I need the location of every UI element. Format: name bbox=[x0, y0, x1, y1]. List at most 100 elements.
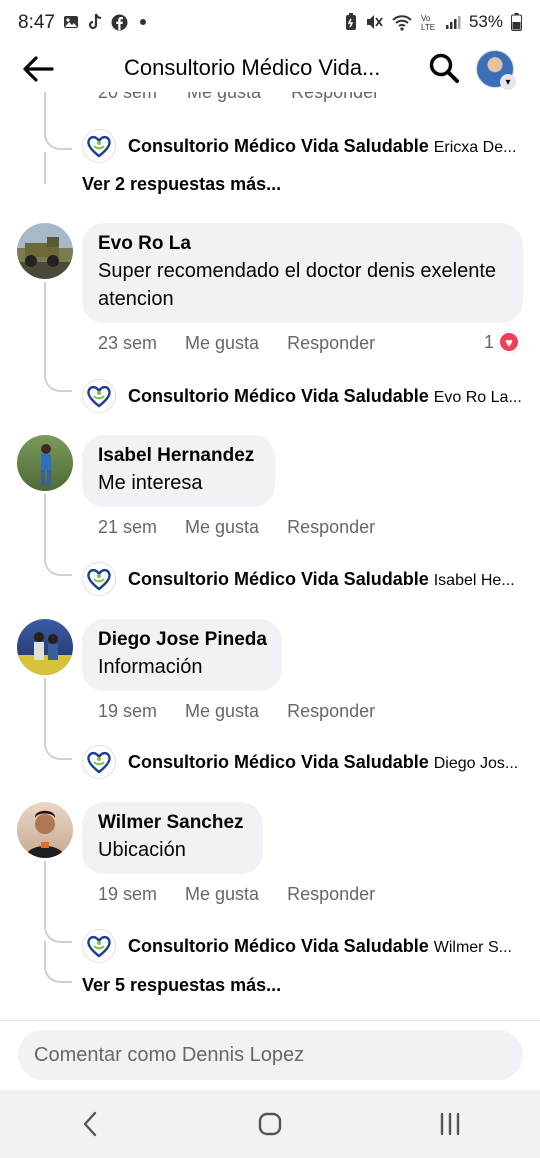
app-bar: Consultorio Médico Vida... ▾ bbox=[0, 46, 540, 92]
thread-connector bbox=[44, 921, 72, 943]
reaction-count: 1 bbox=[484, 331, 495, 352]
system-nav-bar bbox=[0, 1090, 540, 1158]
reply-author: Consultorio Médico Vida Saludable bbox=[128, 135, 429, 156]
partial-comment-meta: 20 sem Me gusta Responder bbox=[98, 92, 379, 103]
page-reply-row[interactable]: Consultorio Médico Vida Saludable Evo Ro… bbox=[82, 379, 522, 413]
page-reply-row[interactable]: Consultorio Médico Vida Saludable Diego … bbox=[82, 745, 522, 779]
clinic-logo-icon bbox=[82, 379, 116, 413]
avatar[interactable] bbox=[17, 619, 73, 675]
comment-text: Me interesa bbox=[98, 472, 203, 494]
mute-icon bbox=[366, 15, 383, 29]
comment-text: Ubicación bbox=[98, 839, 186, 861]
reply-preview: Consultorio Médico Vida Saludable Ericxa… bbox=[128, 136, 516, 157]
thread-connector bbox=[44, 738, 72, 760]
thread-connector bbox=[44, 370, 72, 392]
comment-actions: 19 sem Me gusta Responder bbox=[98, 884, 375, 905]
comment-author[interactable]: Evo Ro La bbox=[98, 231, 507, 257]
thread-line bbox=[44, 494, 46, 554]
battery-percent: 53% bbox=[468, 12, 503, 31]
comment-author[interactable]: Wilmer Sanchez bbox=[98, 810, 247, 836]
reply-link[interactable]: Responder bbox=[291, 92, 379, 103]
like-link[interactable]: Me gusta bbox=[187, 92, 261, 103]
reply-link[interactable]: Responder bbox=[287, 701, 375, 722]
comment-time: 21 sem bbox=[98, 517, 158, 537]
avatar[interactable] bbox=[17, 223, 73, 279]
page-title: Consultorio Médico Vida... bbox=[124, 55, 381, 80]
comment-author[interactable]: Isabel Hernandez bbox=[98, 443, 259, 469]
avatar[interactable] bbox=[17, 435, 73, 491]
arrow-left-icon bbox=[23, 56, 54, 82]
comment-bubble[interactable]: Evo Ro La Super recomendado el doctor de… bbox=[82, 223, 523, 323]
clinic-logo-icon bbox=[82, 929, 116, 963]
comment-time: 19 sem bbox=[98, 701, 158, 721]
truck-photo-icon bbox=[25, 237, 59, 267]
search-button[interactable] bbox=[428, 52, 460, 84]
comment-text: Información bbox=[98, 656, 203, 678]
comment-input[interactable] bbox=[18, 1030, 523, 1080]
like-link[interactable]: Me gusta bbox=[185, 884, 259, 905]
reply-snippet: Isabel He... bbox=[433, 571, 515, 589]
battery-icon bbox=[511, 13, 522, 31]
nav-home-button[interactable] bbox=[240, 1099, 300, 1149]
thread-connector bbox=[44, 961, 72, 983]
like-link[interactable]: Me gusta bbox=[185, 517, 259, 538]
like-link[interactable]: Me gusta bbox=[185, 701, 259, 722]
thread-line bbox=[44, 152, 46, 184]
reply-snippet: Wilmer S... bbox=[433, 938, 512, 956]
thread-line bbox=[44, 92, 46, 130]
reply-preview: Consultorio Médico Vida Saludable Diego … bbox=[128, 752, 518, 773]
nav-back-button[interactable] bbox=[60, 1099, 120, 1149]
chevron-down-icon: ▾ bbox=[500, 74, 516, 90]
person-photo-icon bbox=[25, 810, 65, 858]
comment-bubble[interactable]: Diego Jose Pineda Información bbox=[82, 619, 282, 691]
comment-time: 23 sem bbox=[98, 333, 158, 353]
reply-snippet: Evo Ro La... bbox=[433, 388, 522, 406]
reply-author: Consultorio Médico Vida Saludable bbox=[128, 385, 429, 406]
thread-line bbox=[44, 861, 46, 921]
like-link[interactable]: Me gusta bbox=[185, 333, 259, 354]
gallery-icon bbox=[62, 13, 80, 31]
view-more-replies-link[interactable]: Ver 2 respuestas más... bbox=[82, 174, 281, 195]
back-button[interactable] bbox=[20, 52, 56, 86]
nav-recents-button[interactable] bbox=[420, 1099, 480, 1149]
status-bar: 8:47 Vo LTE 53% bbox=[0, 0, 540, 46]
comment-bubble[interactable]: Wilmer Sanchez Ubicación bbox=[82, 802, 263, 874]
thread-connector bbox=[44, 554, 72, 576]
avatar[interactable] bbox=[17, 802, 73, 858]
reply-snippet: Ericxa De... bbox=[433, 138, 517, 156]
reply-preview: Consultorio Médico Vida Saludable Evo Ro… bbox=[128, 386, 522, 407]
volte-icon: VoLTE bbox=[421, 14, 435, 31]
tiktok-icon bbox=[86, 13, 104, 31]
reply-author: Consultorio Médico Vida Saludable bbox=[128, 751, 429, 772]
status-time: 8:47 bbox=[18, 12, 55, 33]
comment-time: 19 sem bbox=[98, 884, 158, 904]
profile-avatar-button[interactable]: ▾ bbox=[476, 50, 516, 90]
page-reply-row[interactable]: Consultorio Médico Vida Saludable Isabel… bbox=[82, 562, 522, 596]
reply-preview: Consultorio Médico Vida Saludable Isabel… bbox=[128, 569, 515, 590]
view-more-replies-link[interactable]: Ver 5 respuestas más... bbox=[82, 975, 281, 996]
reply-preview: Consultorio Médico Vida Saludable Wilmer… bbox=[128, 936, 512, 957]
clinic-logo-icon bbox=[82, 562, 116, 596]
recents-icon bbox=[440, 1112, 460, 1136]
comments-feed[interactable]: 20 sem Me gusta Responder Consultorio Mé… bbox=[0, 92, 540, 1020]
thread-line bbox=[44, 678, 46, 738]
reply-author: Consultorio Médico Vida Saludable bbox=[128, 935, 429, 956]
comment-text: Super recomendado el doctor denis exelen… bbox=[98, 260, 497, 310]
reply-link[interactable]: Responder bbox=[287, 517, 375, 538]
comment-bubble[interactable]: Isabel Hernandez Me interesa bbox=[82, 435, 275, 507]
svg-text:Vo: Vo bbox=[421, 14, 431, 23]
comment-actions: 19 sem Me gusta Responder bbox=[98, 701, 375, 722]
notification-icons bbox=[62, 13, 152, 31]
page-reply-row[interactable]: Consultorio Médico Vida Saludable Ericxa… bbox=[82, 129, 522, 163]
signal-icon bbox=[445, 16, 461, 29]
comment-author[interactable]: Diego Jose Pineda bbox=[98, 627, 267, 653]
chevron-left-icon bbox=[83, 1111, 97, 1137]
page-reply-row[interactable]: Consultorio Médico Vida Saludable Wilmer… bbox=[82, 929, 522, 963]
comment-time: 20 sem bbox=[98, 92, 158, 102]
reply-link[interactable]: Responder bbox=[287, 884, 375, 905]
wifi-icon bbox=[392, 15, 412, 31]
reaction-summary[interactable]: 1 ♥ bbox=[484, 331, 521, 353]
search-icon bbox=[429, 53, 459, 83]
thread-connector bbox=[44, 128, 72, 150]
reply-link[interactable]: Responder bbox=[287, 333, 375, 354]
